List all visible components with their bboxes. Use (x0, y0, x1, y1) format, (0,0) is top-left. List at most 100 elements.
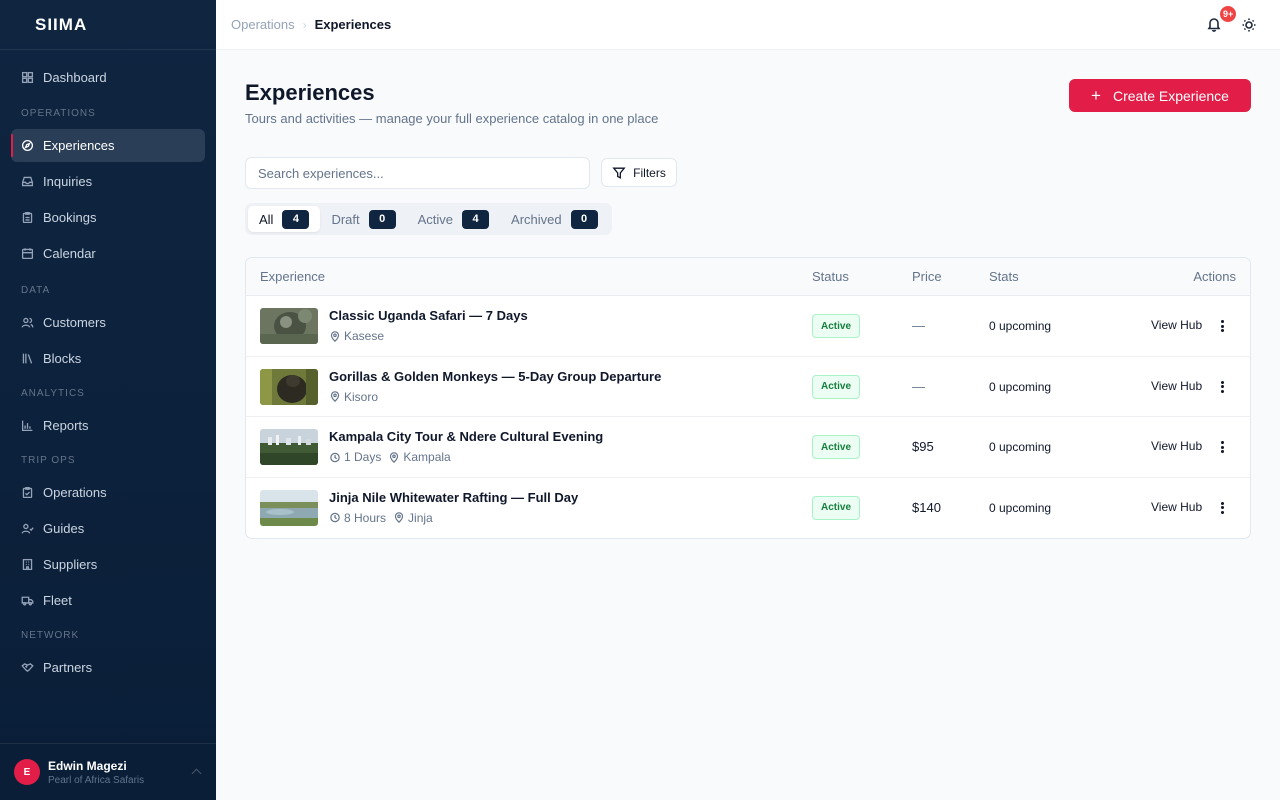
view-hub-button[interactable]: View Hub (1151, 439, 1202, 453)
map-pin-icon (330, 330, 340, 342)
library-icon (22, 353, 33, 364)
sidebar-item-dashboard[interactable]: Dashboard (11, 61, 205, 94)
notifications-button[interactable]: 9+ (1206, 5, 1238, 34)
view-hub-button[interactable]: View Hub (1151, 500, 1202, 514)
nav-section-data: DATA (21, 285, 51, 296)
tab-label: All (259, 211, 274, 227)
breadcrumb-operations[interactable]: Operations (231, 17, 295, 32)
sidebar-item-label: Bookings (43, 210, 97, 225)
tab-count: 4 (282, 209, 310, 229)
search-input[interactable] (245, 157, 590, 189)
duration-text: 1 Days (344, 450, 382, 464)
sidebar-item-suppliers[interactable]: Suppliers (11, 548, 205, 581)
stats: 0 upcoming (989, 319, 1052, 333)
location-text: Kampala (403, 450, 451, 464)
experience-name[interactable]: Kampala City Tour & Ndere Cultural Eveni… (329, 429, 603, 444)
table-row[interactable]: Gorillas & Golden Monkeys — 5-Day Group … (246, 357, 1250, 417)
sun-icon (1242, 18, 1256, 32)
calendar-icon (21, 248, 34, 260)
sidebar-item-blocks[interactable]: Blocks (11, 342, 205, 375)
inbox-icon (21, 176, 34, 187)
nav-section-analytics: ANALYTICS (21, 388, 85, 399)
sidebar-item-label: Blocks (43, 351, 82, 366)
truck-icon (21, 596, 34, 606)
status-badge: Active (812, 314, 861, 338)
location-meta: Kasese (330, 329, 384, 343)
table-row[interactable]: Jinja Nile Whitewater Rafting — Full Day… (246, 478, 1250, 539)
sidebar-item-bookings[interactable]: Bookings (11, 201, 205, 234)
location-text: Kasese (344, 329, 385, 343)
column-header-experience: Experience (260, 269, 326, 284)
user-menu[interactable]: E Edwin Magezi Pearl of Africa Safaris (0, 743, 216, 800)
breadcrumb: Operations › Experiences (231, 17, 391, 32)
tab-draft[interactable]: Draft 0 (320, 206, 406, 232)
experience-name[interactable]: Jinja Nile Whitewater Rafting — Full Day (329, 490, 578, 505)
breadcrumb-current: Experiences (314, 17, 392, 32)
more-vertical-icon[interactable] (1215, 440, 1229, 454)
user-check-icon (21, 523, 34, 534)
column-header-actions: Actions (1193, 269, 1236, 284)
experience-meta: Kasese (330, 329, 392, 343)
table-row[interactable]: Kampala City Tour & Ndere Cultural Eveni… (246, 417, 1250, 478)
filters-button[interactable]: Filters (601, 158, 677, 187)
stats: 0 upcoming (989, 500, 1052, 515)
stats: 0 upcoming (989, 379, 1052, 394)
experience-name[interactable]: Gorillas & Golden Monkeys — 5-Day Group … (329, 369, 661, 384)
create-experience-button[interactable]: + Create Experience (1069, 79, 1251, 112)
experiences-table: Experience Status Price Stats Actions Cl… (245, 257, 1251, 539)
nav-section-operations: OPERATIONS (21, 108, 96, 119)
sidebar-item-calendar[interactable]: Calendar (11, 237, 205, 270)
sidebar-item-fleet[interactable]: Fleet (11, 584, 205, 617)
column-header-stats: Stats (989, 269, 1019, 284)
chevron-right-icon: › (302, 17, 307, 32)
column-header-price: Price (912, 269, 942, 284)
view-hub-button[interactable]: View Hub (1151, 318, 1202, 332)
clipboard-check-icon (22, 486, 33, 499)
nav-section-trip-ops: TRIP OPS (21, 455, 76, 466)
sidebar-item-experiences[interactable]: Experiences (11, 129, 205, 162)
user-info: Edwin Magezi Pearl of Africa Safaris (48, 759, 144, 786)
sidebar-item-label: Experiences (43, 138, 115, 153)
experience-name[interactable]: Classic Uganda Safari — 7 Days (329, 308, 528, 323)
sidebar-item-customers[interactable]: Customers (11, 306, 205, 339)
compass-icon (21, 139, 34, 152)
map-pin-icon (394, 512, 404, 523)
view-hub-button[interactable]: View Hub (1151, 379, 1202, 393)
filter-icon (612, 167, 626, 179)
tab-label: Active (417, 211, 454, 227)
table-row[interactable]: Classic Uganda Safari — 7 Days Kasese Ac… (246, 296, 1250, 357)
sidebar-item-label: Reports (43, 418, 89, 433)
location-meta: Jinja (394, 511, 433, 525)
user-org: Pearl of Africa Safaris (48, 774, 145, 786)
experience-thumbnail (260, 489, 318, 526)
brand-logo[interactable]: SIIMA (0, 0, 216, 50)
map-pin-icon (390, 451, 399, 463)
sidebar-item-operations[interactable]: Operations (11, 476, 205, 509)
experience-meta: 8 Hours Jinja (330, 511, 441, 525)
duration-meta: 1 Days (330, 450, 381, 464)
sidebar-item-label: Dashboard (43, 70, 107, 85)
tab-archived[interactable]: Archived 0 (500, 206, 609, 232)
tab-count: 0 (570, 209, 598, 229)
theme-toggle-button[interactable] (1241, 17, 1257, 33)
sidebar-item-partners[interactable]: Partners (11, 651, 205, 684)
sidebar-item-label: Fleet (43, 593, 72, 608)
sidebar-item-reports[interactable]: Reports (11, 409, 205, 442)
more-vertical-icon[interactable] (1215, 319, 1229, 333)
tab-active[interactable]: Active 4 (407, 206, 500, 232)
more-vertical-icon[interactable] (1215, 380, 1229, 394)
building-icon (22, 558, 33, 571)
dashboard-icon (21, 71, 34, 84)
duration-meta: 8 Hours (330, 511, 386, 525)
price: $95 (912, 439, 934, 454)
tab-all[interactable]: All 4 (248, 206, 321, 232)
price: — (912, 318, 925, 333)
sidebar-item-guides[interactable]: Guides (11, 512, 205, 545)
map-pin-icon (330, 391, 340, 402)
sidebar-item-label: Suppliers (43, 557, 98, 572)
sidebar-nav: Dashboard OPERATIONS Experiences Inquiri… (0, 50, 216, 684)
plus-icon: + (1091, 85, 1101, 105)
more-vertical-icon[interactable] (1215, 501, 1229, 515)
sidebar: SIIMA Dashboard OPERATIONS Experiences I… (0, 0, 216, 800)
sidebar-item-inquiries[interactable]: Inquiries (11, 165, 205, 198)
